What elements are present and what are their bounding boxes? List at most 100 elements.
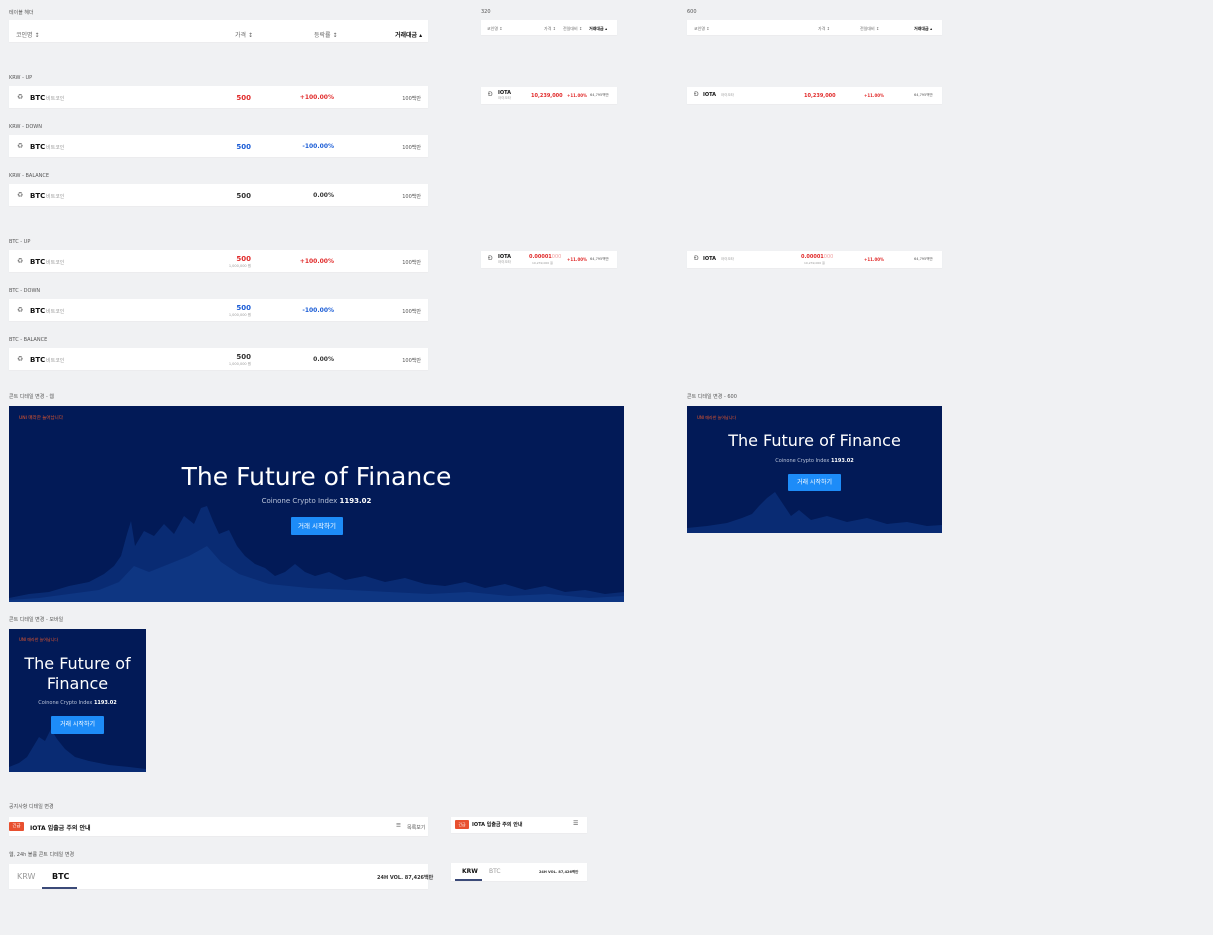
start-trading-button[interactable]: 거래 시작하기 (51, 716, 104, 734)
change-rate: +11.00% (864, 93, 885, 98)
tab-btc[interactable]: BTC (52, 872, 69, 881)
table-header: 코인명 ↕ 가격 ↕ 등락률 ↕ 거래대금 ▴ (9, 20, 428, 42)
change-rate: +100.00% (299, 94, 334, 101)
caption-banner-web: 콘트 디테일 변경 - 웹 (9, 394, 54, 400)
table-row-btc-down[interactable]: ♻ BTC 비트코인 500 1,000,000 원 -100.00% 100백… (9, 299, 428, 321)
caption-btc-down: BTC - DOWN (9, 288, 41, 294)
table-row-btc-up[interactable]: ♻ BTC 비트코인 500 1,000,000 원 +100.00% 100백… (9, 250, 428, 272)
sort-price[interactable]: 가격 ↕ (818, 26, 830, 32)
sub-price: 1,000,000 원 (228, 313, 251, 317)
change-rate: +11.00% (864, 257, 885, 262)
banner-title: The Future of Finance (728, 431, 901, 450)
change-rate: -100.00% (302, 143, 334, 150)
caption-tabs-web: 웹, 24h 볼륨 콘트 디테일 변경 (9, 852, 75, 858)
sort-coin-name[interactable]: 코인명 ↕ (16, 30, 40, 39)
price: 0.00001000 (529, 254, 562, 260)
tab-active-indicator (42, 887, 77, 889)
caption-banner-mobile: 콘트 디테일 변경 - 모바일 (9, 617, 64, 623)
change-rate: -100.00% (302, 307, 334, 314)
coin-name: 비트코인 (46, 145, 65, 151)
sort-volume[interactable]: 거래대금 ▴ (589, 26, 607, 32)
coin-name: 아이오타 (498, 260, 511, 264)
table-row-iota-btc-600[interactable]: Ð IOTA 아이오타 0.00001000 10,239,000 원 +11.… (687, 251, 942, 268)
notice-bar-small[interactable]: 긴급 IOTA 입출금 주의 안내 ☰ (451, 817, 587, 833)
volume: 100백만 (402, 96, 421, 102)
iota-icon: Ð (488, 91, 493, 98)
change-rate: +11.00% (567, 257, 588, 262)
table-row-iota-krw-320[interactable]: Ð IOTA 아이오타 10,239,000 +11.00% 64,795백만 (481, 87, 617, 104)
caption-krw-balance: KRW - BALANCE (9, 173, 50, 179)
table-row-iota-krw-600[interactable]: Ð IOTA 아이오타 10,239,000 +11.00% 64,795백만 (687, 87, 942, 104)
sort-price[interactable]: 가격 ↕ (544, 26, 556, 32)
sort-change[interactable]: 전일대비 ↕ (860, 26, 879, 32)
table-header-320: 코인명 ↕ 가격 ↕ 전일대비 ↕ 거래대금 ▴ (481, 20, 617, 35)
coin-name: 비트코인 (46, 96, 65, 102)
sort-change[interactable]: 전일대비 ↕ (563, 26, 582, 32)
price: 500 (236, 353, 251, 361)
banner-title-line1: The Future of (24, 654, 131, 673)
start-trading-button[interactable]: 거래 시작하기 (291, 517, 343, 535)
tab-krw[interactable]: KRW (462, 868, 478, 875)
notice-title[interactable]: IOTA 입출금 주의 안내 (30, 823, 91, 832)
volume: 100백만 (402, 309, 421, 315)
notice-bar-web[interactable]: 긴급 IOTA 입출금 주의 안내 ☰ 목록보기 (9, 817, 428, 836)
iota-icon: Ð (694, 255, 699, 262)
notice-title[interactable]: IOTA 입출금 주의 안내 (472, 821, 522, 828)
iota-icon: Ð (694, 91, 699, 98)
table-row-iota-btc-320[interactable]: Ð IOTA 아이오타 0.00001000 10,239,000 원 +11.… (481, 251, 617, 268)
sub-price: 10,239,000 원 (804, 261, 825, 265)
coin-name: 비트코인 (46, 309, 65, 315)
change-rate: 0.00% (313, 192, 334, 199)
start-trading-button[interactable]: 거래 시작하기 (788, 474, 841, 491)
price: 10,239,000 (804, 93, 836, 99)
caption-table-header: 테이블 헤더 (9, 10, 34, 16)
coin-icon: ♻ (17, 257, 24, 265)
sort-volume[interactable]: 거래대금 ▴ (914, 26, 932, 32)
table-row-krw-down[interactable]: ♻ BTC 비트코인 500 -100.00% 100백만 (9, 135, 428, 157)
table-row-krw-up[interactable]: ♻ BTC 비트코인 500 +100.00% 100백만 (9, 86, 428, 108)
index-chart-graphic (687, 492, 942, 533)
coin-name: 비트코인 (46, 358, 65, 364)
uni-notice: UNI 매라한 늘어납니다 (19, 416, 63, 421)
crypto-index: Coinone Crypto Index 1193.02 (261, 497, 372, 505)
table-row-btc-balance[interactable]: ♻ BTC 비트코인 500 1,000,000 원 0.00% 100백만 (9, 348, 428, 370)
coin-icon: ♻ (17, 142, 24, 150)
sort-change[interactable]: 등락률 ↕ (314, 30, 338, 39)
caption-btc-balance: BTC - BALANCE (9, 337, 48, 343)
change-rate: +100.00% (299, 258, 334, 265)
volume: 64,795백만 (590, 93, 609, 97)
coin-symbol: BTC (30, 258, 46, 266)
coin-symbol: BTC (30, 307, 46, 315)
sort-coin-name[interactable]: 코인명 ↕ (694, 26, 710, 32)
change-rate: 0.00% (313, 356, 334, 363)
price: 0.00001000 (801, 254, 834, 260)
sort-volume[interactable]: 거래대금 ▴ (395, 30, 422, 39)
coin-icon: ♻ (17, 306, 24, 314)
coin-symbol: BTC (30, 143, 46, 151)
hero-banner-600: UNI 매라한 늘어납니다 The Future of Finance Coin… (687, 406, 942, 533)
table-row-krw-balance[interactable]: ♻ BTC 비트코인 500 0.00% 100백만 (9, 184, 428, 206)
list-icon[interactable]: ☰ (396, 823, 401, 829)
price: 500 (236, 94, 251, 102)
price: 500 (236, 304, 251, 312)
volume: 100백만 (402, 194, 421, 200)
caption-krw-down: KRW - DOWN (9, 124, 42, 130)
price: 500 (236, 143, 251, 151)
market-tabs-small: KRW BTC 24H VOL. 87,426백만 (451, 863, 587, 881)
price: 10,239,000 (531, 93, 563, 99)
tab-krw[interactable]: KRW (17, 872, 35, 881)
sort-price[interactable]: 가격 ↕ (235, 30, 253, 39)
sort-coin-name[interactable]: 코인명 ↕ (487, 26, 503, 32)
sub-price: 10,239,000 원 (532, 261, 553, 265)
banner-title: The Future of Finance (181, 462, 452, 491)
caption-krw-up: KRW - UP (9, 75, 33, 81)
coin-symbol: BTC (30, 94, 46, 102)
coin-symbol: BTC (30, 356, 46, 364)
tab-btc[interactable]: BTC (489, 868, 501, 875)
coin-symbol: BTC (30, 192, 46, 200)
hero-banner-mobile: UNI 매라한 늘어납니다 The Future of Finance Coin… (9, 629, 146, 772)
hero-banner-web: UNI 매라한 늘어납니다 The Future of Finance Coin… (9, 406, 624, 602)
market-tabs-web: KRW BTC 24H VOL. 87,426백만 (9, 864, 433, 889)
list-icon[interactable]: ☰ (573, 820, 578, 827)
list-view-link[interactable]: 목록보기 (407, 824, 425, 831)
